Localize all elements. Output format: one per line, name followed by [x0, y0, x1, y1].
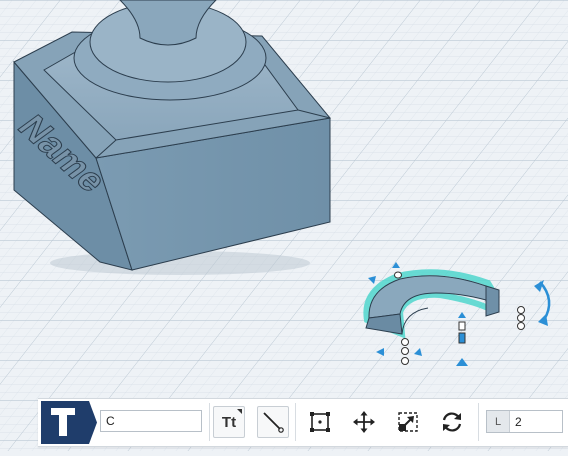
side-handle-3 [517, 322, 525, 330]
3d-viewport[interactable]: Name [0, 0, 568, 451]
move-button[interactable] [348, 406, 380, 438]
toolbar-divider [209, 403, 210, 441]
line-tool-button[interactable] [257, 406, 289, 438]
bounding-box-icon [310, 412, 330, 432]
text-shape-toolbar: Tt [38, 398, 568, 447]
corner-handle-1 [401, 338, 409, 346]
corner-handle-3 [401, 357, 409, 365]
dropdown-corner-icon [237, 409, 242, 414]
center-handle-bottom [458, 332, 466, 344]
corner-handle-2 [401, 347, 409, 355]
rotate-icon [442, 412, 462, 432]
side-handle-2 [517, 314, 525, 322]
text-style-label: Tt [221, 413, 237, 431]
length-label: L [487, 411, 510, 432]
rotate-button[interactable] [436, 406, 468, 438]
side-handle-1 [517, 306, 525, 314]
bounding-box-button[interactable] [304, 406, 336, 438]
move-icon [353, 411, 375, 433]
text-style-button[interactable]: Tt [213, 406, 245, 438]
toolbar-divider [295, 403, 296, 441]
length-value[interactable]: 2 [510, 415, 522, 429]
scale-icon [398, 412, 418, 432]
line-tool-icon [263, 412, 284, 433]
letter-t-logo-icon [41, 401, 97, 444]
scale-button[interactable] [392, 406, 424, 438]
toolbar-divider [478, 403, 479, 441]
height-handle [394, 271, 402, 279]
length-field[interactable]: L 2 [486, 410, 563, 433]
center-handle-top [458, 321, 466, 331]
text-content-input[interactable] [100, 410, 202, 432]
